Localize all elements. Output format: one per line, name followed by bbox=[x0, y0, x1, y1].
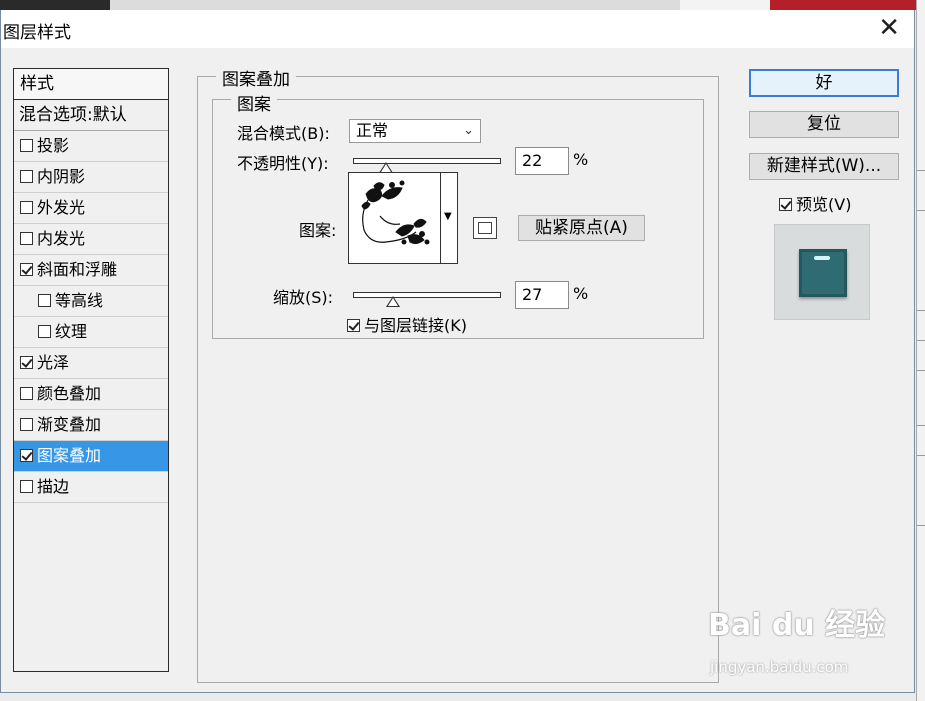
style-list-header[interactable]: 样式 bbox=[14, 69, 168, 100]
pattern-picker[interactable]: ▼ bbox=[348, 172, 458, 264]
pattern-overlay-group: 图案叠加 图案 混合模式(B): 正常 ⌄ 不透明性(Y): 22 % 图案: bbox=[197, 65, 719, 683]
style-item-label: 内阴影 bbox=[37, 167, 86, 186]
scale-slider-thumb[interactable] bbox=[385, 296, 400, 307]
style-list-item[interactable]: 描边 bbox=[14, 472, 168, 503]
style-list-item[interactable]: 颜色叠加 bbox=[14, 379, 168, 410]
blend-mode-value: 正常 bbox=[356, 121, 389, 140]
style-item-label: 斜面和浮雕 bbox=[37, 260, 118, 279]
preview-label: 预览(V) bbox=[796, 195, 852, 214]
style-item-checkbox[interactable] bbox=[38, 325, 51, 338]
close-icon[interactable]: ✕ bbox=[878, 14, 900, 42]
background-app-strip bbox=[0, 0, 925, 10]
style-preview-thumbnail bbox=[774, 224, 870, 320]
scale-label: 缩放(S): bbox=[273, 288, 334, 307]
style-item-label: 内发光 bbox=[37, 229, 86, 248]
scale-slider-track bbox=[353, 292, 501, 298]
pattern-swatch bbox=[361, 180, 430, 245]
pattern-label: 图案: bbox=[299, 221, 337, 240]
style-item-label: 光泽 bbox=[37, 353, 70, 372]
blend-mode-label: 混合模式(B): bbox=[237, 124, 330, 143]
style-item-label: 外发光 bbox=[37, 198, 86, 217]
style-list-item[interactable]: 内发光 bbox=[14, 224, 168, 255]
style-list-item[interactable]: 等高线 bbox=[14, 286, 168, 317]
style-item-label: 描边 bbox=[37, 477, 70, 496]
dialog-title: 图层样式 bbox=[3, 23, 71, 43]
style-list-item[interactable]: 投影 bbox=[14, 131, 168, 162]
link-with-layer-check[interactable] bbox=[347, 319, 360, 332]
style-item-checkbox[interactable] bbox=[20, 449, 33, 462]
style-list-item[interactable]: 斜面和浮雕 bbox=[14, 255, 168, 286]
opacity-label: 不透明性(Y): bbox=[237, 154, 329, 173]
style-item-checkbox[interactable] bbox=[20, 356, 33, 369]
pattern-overlay-legend: 图案叠加 bbox=[216, 65, 296, 90]
baidu-watermark-logo: Bai du 经验 bbox=[708, 608, 886, 643]
new-style-button[interactable]: 新建样式(W)... bbox=[749, 153, 899, 180]
opacity-percent-sign: % bbox=[573, 150, 589, 169]
dropdown-arrow-icon[interactable]: ▼ bbox=[444, 211, 452, 222]
style-item-label: 图案叠加 bbox=[37, 446, 102, 465]
ok-button[interactable]: 好 bbox=[749, 69, 899, 97]
style-list-item[interactable]: 内阴影 bbox=[14, 162, 168, 193]
style-item-checkbox[interactable] bbox=[20, 232, 33, 245]
style-item-checkbox[interactable] bbox=[20, 387, 33, 400]
style-item-label: 颜色叠加 bbox=[37, 384, 102, 403]
baidu-watermark-url: jingyan.baidu.com bbox=[710, 658, 849, 676]
layer-style-dialog: 图层样式 ✕ 样式 混合选项:默认 投影内阴影外发光内发光斜面和浮雕等高线纹理光… bbox=[0, 10, 915, 693]
blend-options-item[interactable]: 混合选项:默认 bbox=[14, 100, 168, 131]
scale-percent-sign: % bbox=[573, 284, 589, 303]
style-item-checkbox[interactable] bbox=[20, 139, 33, 152]
pattern-legend: 图案 bbox=[231, 90, 277, 115]
chevron-down-icon: ⌄ bbox=[463, 123, 474, 138]
style-list-item[interactable]: 光泽 bbox=[14, 348, 168, 379]
preview-check[interactable] bbox=[779, 198, 792, 211]
style-item-label: 等高线 bbox=[55, 291, 104, 310]
style-list-item[interactable]: 纹理 bbox=[14, 317, 168, 348]
reset-button[interactable]: 复位 bbox=[749, 111, 899, 138]
pattern-picker-divider bbox=[440, 173, 441, 263]
preview-checkbox[interactable]: 预览(V) bbox=[779, 191, 851, 215]
opacity-slider[interactable] bbox=[353, 158, 501, 173]
pattern-group: 图案 混合模式(B): 正常 ⌄ 不透明性(Y): 22 % 图案: ▼ 贴紧原… bbox=[212, 90, 704, 339]
style-item-label: 渐变叠加 bbox=[37, 415, 102, 434]
style-item-label: 纹理 bbox=[55, 322, 88, 341]
style-item-checkbox[interactable] bbox=[38, 294, 51, 307]
link-with-layer-checkbox[interactable]: 与图层链接(K) bbox=[347, 312, 467, 336]
style-list-item[interactable]: 图案叠加 bbox=[14, 441, 168, 472]
style-list-item[interactable]: 渐变叠加 bbox=[14, 410, 168, 441]
snap-to-origin-button[interactable]: 贴紧原点(A) bbox=[518, 215, 645, 241]
scale-input[interactable]: 27 bbox=[515, 281, 569, 309]
opacity-input[interactable]: 22 bbox=[515, 147, 569, 175]
blend-mode-select[interactable]: 正常 ⌄ bbox=[349, 119, 481, 143]
opacity-slider-track bbox=[353, 158, 501, 164]
style-item-checkbox[interactable] bbox=[20, 201, 33, 214]
style-item-checkbox[interactable] bbox=[20, 263, 33, 276]
link-with-layer-label: 与图层链接(K) bbox=[364, 316, 467, 335]
scale-slider[interactable] bbox=[353, 292, 501, 307]
style-list-item[interactable]: 外发光 bbox=[14, 193, 168, 224]
preview-tile bbox=[799, 249, 847, 297]
style-item-checkbox[interactable] bbox=[20, 480, 33, 493]
title-bar: 图层样式 ✕ bbox=[1, 10, 914, 48]
style-list: 样式 混合选项:默认 投影内阴影外发光内发光斜面和浮雕等高线纹理光泽颜色叠加渐变… bbox=[13, 68, 169, 672]
style-item-label: 投影 bbox=[37, 136, 70, 155]
style-item-checkbox[interactable] bbox=[20, 170, 33, 183]
background-app-edge bbox=[916, 0, 925, 701]
style-item-checkbox[interactable] bbox=[20, 418, 33, 431]
new-preset-icon[interactable] bbox=[473, 217, 497, 239]
